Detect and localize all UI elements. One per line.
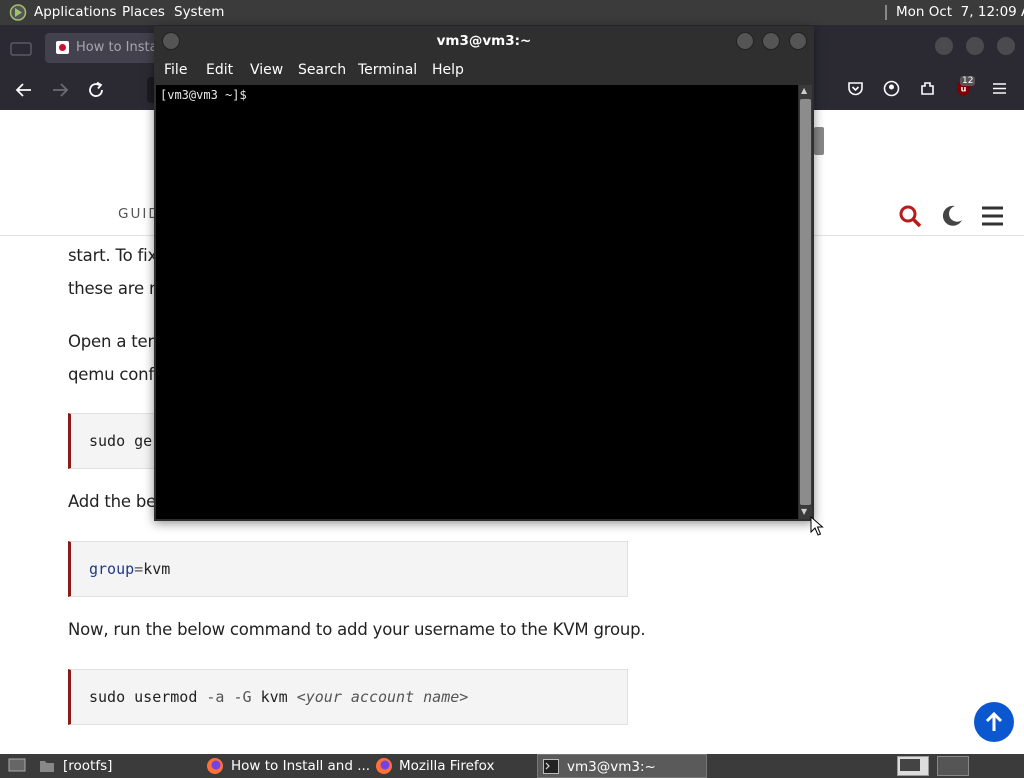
terminal-scrollbar-thumb[interactable]	[800, 99, 811, 505]
code-flag: -G	[224, 688, 252, 706]
terminal-menu-help[interactable]: Help	[432, 62, 464, 78]
dark-mode-moon-icon[interactable]	[940, 204, 964, 228]
terminal-menu-file[interactable]: File	[164, 62, 187, 78]
forward-arrow-icon[interactable]	[51, 81, 69, 99]
taskbar-item-terminal[interactable]: vm3@vm3:~	[537, 754, 707, 778]
scroll-down-arrow-icon[interactable]: ▼	[801, 507, 807, 516]
search-icon[interactable]	[898, 204, 922, 228]
terminal-window-menu-button[interactable]	[162, 32, 180, 50]
menu-system[interactable]: System	[174, 4, 224, 20]
code-command: sudo usermod	[89, 688, 207, 706]
account-icon[interactable]	[883, 80, 900, 97]
terminal-screen[interactable]: [vm3@vm3 ~]$	[156, 85, 798, 519]
taskbar-item-rootfs[interactable]: [rootfs]	[34, 754, 194, 778]
firefox-tab-title: How to Instal	[76, 40, 162, 55]
applications-icon[interactable]	[9, 4, 27, 21]
show-desktop-icon[interactable]	[8, 758, 26, 774]
code-flag: -a	[206, 688, 225, 706]
paragraph-text: Now, run the below command to add your u…	[68, 620, 646, 639]
menu-places[interactable]: Places	[122, 4, 165, 20]
menu-applications[interactable]: Applications	[34, 4, 116, 20]
firefox-maximize-button[interactable]	[966, 37, 984, 55]
pocket-icon[interactable]	[847, 80, 864, 97]
code-text: sudo ge	[89, 432, 153, 450]
taskbar-item-label: How to Install and ...	[231, 758, 371, 774]
code-placeholder: <your account name>	[296, 688, 469, 706]
code-value: kvm	[143, 560, 171, 578]
terminal-icon	[543, 759, 559, 774]
code-operator: =	[134, 560, 144, 578]
folder-icon	[40, 761, 54, 772]
scroll-up-arrow-icon[interactable]: ▲	[801, 86, 807, 95]
terminal-menubar: File Edit View Search Terminal Help	[154, 56, 814, 84]
workspace-switcher-icon[interactable]	[897, 756, 929, 776]
terminal-scrollbar[interactable]: ▲ ▼	[799, 85, 812, 519]
code-keyword: group	[89, 560, 135, 578]
workspace-switcher-icon[interactable]	[937, 756, 969, 776]
code-line: group=kvm	[89, 560, 170, 578]
page-scrollbar-thumb[interactable]	[814, 127, 824, 155]
code-arg: kvm	[251, 688, 297, 706]
paragraph-text: these are n	[68, 279, 160, 298]
panel-clock[interactable]: Mon Oct 7, 12:09 AM	[896, 4, 1024, 20]
extensions-icon[interactable]	[919, 80, 936, 97]
firefox-minimize-button[interactable]	[935, 37, 953, 55]
code-line: sudo usermod -a -G kvm <your account nam…	[89, 688, 468, 706]
terminal-menu-view[interactable]: View	[250, 62, 283, 78]
terminal-maximize-button[interactable]	[762, 32, 780, 50]
panel-separator	[885, 5, 887, 20]
paragraph-text: Open a tern	[68, 332, 165, 351]
taskbar-item-label: Mozilla Firefox	[399, 758, 495, 774]
paragraph-text: Add the be	[68, 492, 157, 511]
back-arrow-icon[interactable]	[15, 81, 33, 99]
paragraph-text: start. To fix	[68, 246, 158, 265]
terminal-minimize-button[interactable]	[736, 32, 754, 50]
taskbar-item-label: vm3@vm3:~	[567, 759, 656, 775]
mouse-pointer-icon	[810, 516, 824, 536]
firefox-icon	[376, 758, 392, 774]
terminal-menu-search[interactable]: Search	[298, 62, 346, 78]
reload-icon[interactable]	[87, 81, 105, 99]
top-panel: Applications Places System Mon Oct 7, 12…	[0, 0, 1024, 25]
terminal-menu-terminal[interactable]: Terminal	[358, 62, 417, 78]
arrow-up-icon	[985, 711, 1003, 731]
terminal-title[interactable]: vm3@vm3:~	[154, 26, 814, 56]
terminal-close-button[interactable]	[789, 32, 807, 50]
terminal-window[interactable]: vm3@vm3:~ File Edit View Search Terminal…	[154, 26, 814, 521]
taskbar-item-mozilla-firefox[interactable]: Mozilla Firefox	[370, 754, 532, 778]
firefox-tab[interactable]: How to Instal	[45, 33, 161, 63]
scroll-to-top-button[interactable]	[974, 702, 1014, 742]
firefox-tab-list-icon[interactable]	[9, 38, 33, 58]
firefox-icon	[207, 758, 223, 774]
terminal-menu-edit[interactable]: Edit	[206, 62, 233, 78]
code-block-group-kvm[interactable]: group=kvm	[68, 541, 628, 597]
paragraph-text: qemu conf	[68, 365, 155, 384]
taskbar-item-firefox-howto[interactable]: How to Install and ...	[200, 754, 370, 778]
code-block-usermod[interactable]: sudo usermod -a -G kvm <your account nam…	[68, 669, 628, 725]
site-menu-icon[interactable]	[981, 205, 1004, 227]
bottom-taskbar: [rootfs] How to Install and ... Mozilla …	[0, 754, 1024, 778]
hamburger-menu-icon[interactable]	[991, 80, 1008, 97]
taskbar-item-label: [rootfs]	[63, 758, 113, 774]
site-favicon-icon	[56, 41, 69, 54]
terminal-prompt: [vm3@vm3 ~]$	[160, 88, 247, 102]
firefox-close-button[interactable]	[997, 37, 1015, 55]
terminal-cursor	[257, 88, 264, 102]
ublock-badge: 12	[960, 76, 976, 86]
